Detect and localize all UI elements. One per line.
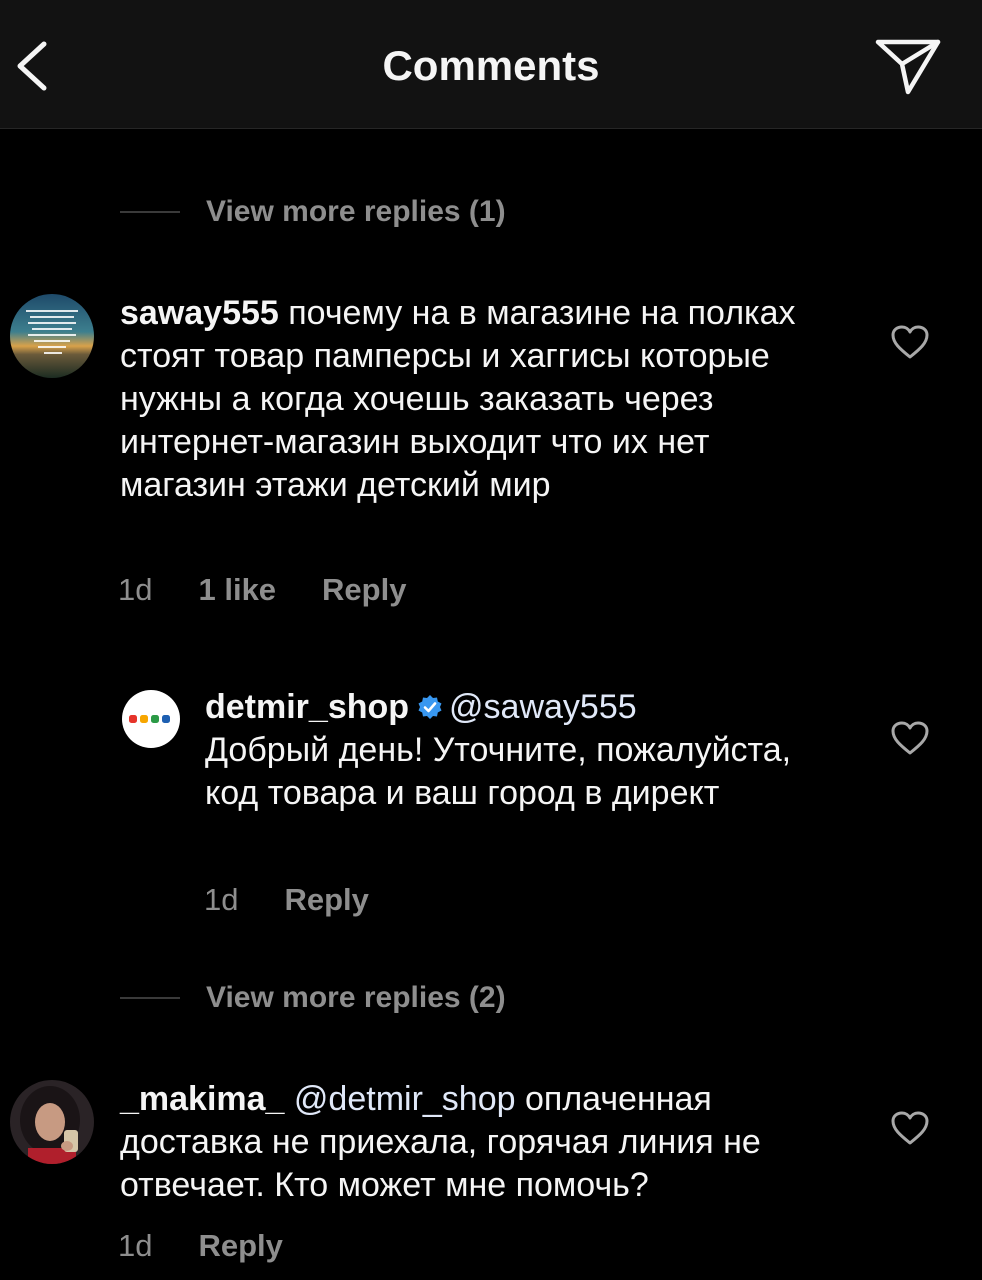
comment-body: _makima_ @detmir_shop оплаченная доставк… [120,1078,820,1207]
share-button[interactable] [872,34,944,98]
avatar-image [10,294,94,378]
like-button[interactable] [890,324,930,360]
comment-meta: 1d Reply [118,1228,283,1264]
mention-link[interactable]: @detmir_shop [294,1080,516,1118]
divider-line [120,211,180,213]
divider-line [120,997,180,999]
avatar[interactable] [10,294,94,378]
comment-time: 1d [204,882,239,917]
view-more-replies[interactable]: View more replies (1) [120,192,506,232]
heart-icon [891,1111,929,1145]
verified-badge-icon [418,695,442,719]
detmir-logo-icon [129,715,170,723]
avatar[interactable] [122,690,180,748]
comment-time: 1d [118,572,153,607]
view-more-replies[interactable]: View more replies (2) [120,978,506,1018]
like-button[interactable] [890,720,930,756]
reply-button[interactable]: Reply [198,1228,282,1264]
comment-username[interactable]: _makima_ [120,1080,284,1118]
comment-meta: 1d 1 like Reply [118,572,406,608]
reply-button[interactable]: Reply [322,572,406,608]
view-more-label: View more replies (1) [206,195,506,228]
top-bar: Comments [0,0,982,129]
view-more-label: View more replies (2) [206,981,506,1014]
paper-plane-icon [875,39,941,95]
page-title: Comments [382,42,600,89]
comment-body: saway555 почему на в магазине на полках … [120,292,820,507]
heart-icon [891,721,929,755]
avatar-image [10,1080,94,1164]
like-button[interactable] [890,1110,930,1146]
comment-username[interactable]: detmir_shop [205,688,409,726]
avatar[interactable] [10,1080,94,1164]
comment-time: 1d [118,1228,153,1263]
likes-count[interactable]: 1 like [198,572,276,608]
comment-username[interactable]: saway555 [120,294,279,332]
mention-link[interactable]: @saway555 [449,688,637,726]
comment-body: detmir_shop @saway555 Добрый день! Уточн… [205,686,805,815]
comment-meta: 1d Reply [204,882,369,918]
comment-text: Добрый день! Уточните, пожалуйста, код т… [205,731,792,812]
reply-button[interactable]: Reply [284,882,368,918]
heart-icon [891,325,929,359]
